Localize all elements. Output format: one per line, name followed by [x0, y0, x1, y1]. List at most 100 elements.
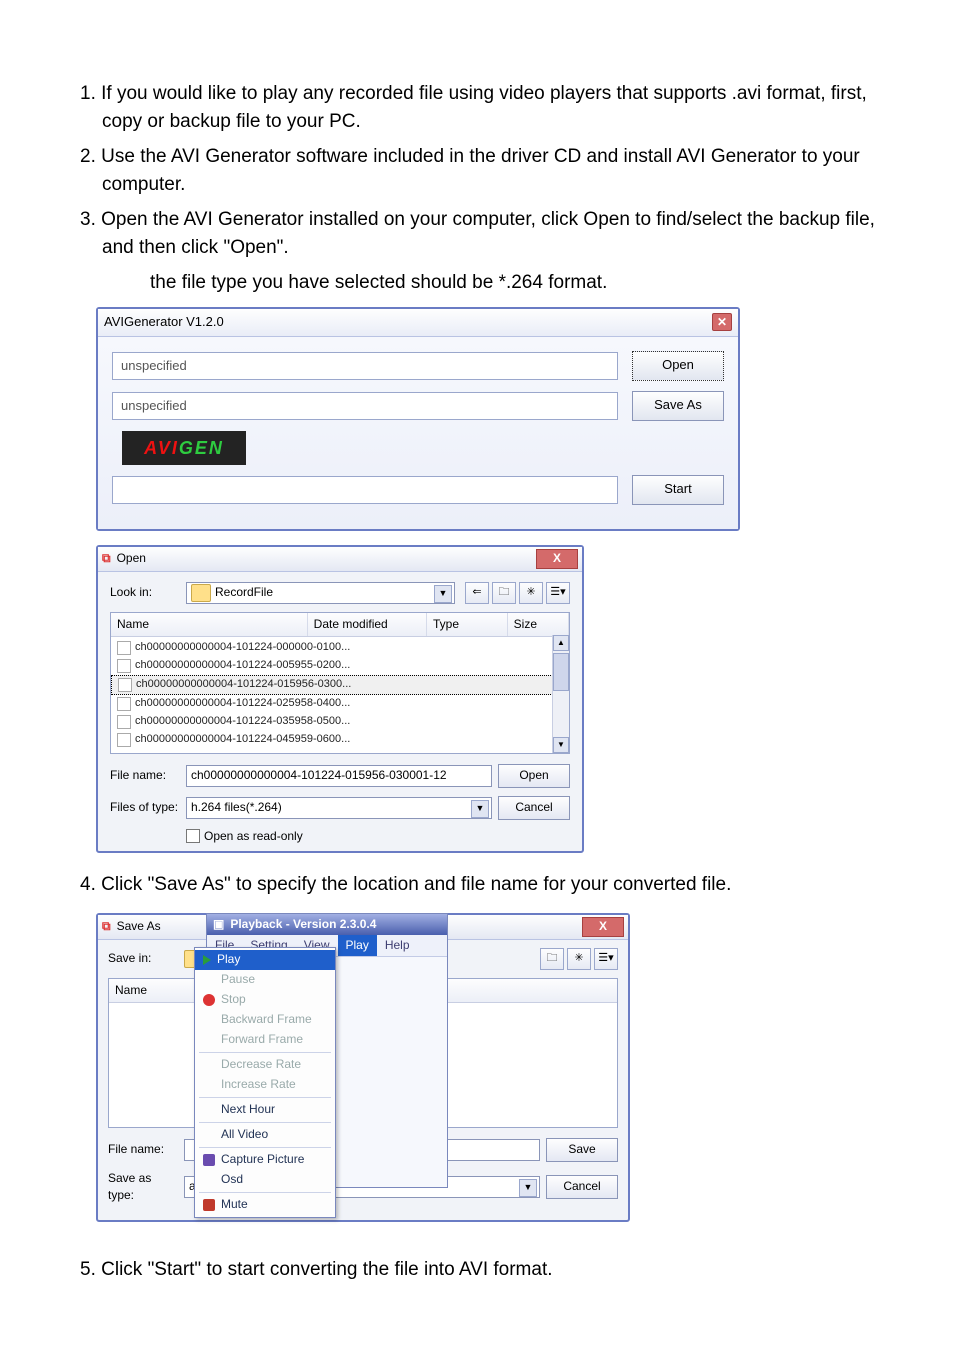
chevron-down-icon[interactable]: ▼: [471, 800, 489, 818]
blank-icon: [203, 1034, 215, 1046]
list-item-label: ch00000000000004-101224-005955-0200...: [135, 658, 350, 674]
new-folder-icon[interactable]: ✳: [567, 948, 591, 970]
file-type-label: Files of type:: [110, 799, 180, 816]
back-icon[interactable]: ⇐: [465, 582, 489, 604]
readonly-checkbox[interactable]: [186, 829, 200, 843]
file-name-input[interactable]: ch00000000000004-101224-015956-030001-12: [186, 765, 492, 787]
chevron-down-icon[interactable]: ▼: [519, 1179, 537, 1197]
menu-item-label: All Video: [221, 1126, 268, 1143]
look-in-combo[interactable]: RecordFile ▼: [186, 582, 455, 604]
instruction-2: 2. Use the AVI Generator software includ…: [60, 143, 894, 198]
file-list-column-headers: Name Date modified Type Size: [111, 613, 569, 637]
file-name-label: File name:: [110, 767, 180, 784]
scrollbar-thumb[interactable]: [553, 653, 569, 691]
menu-separator: [199, 1052, 331, 1053]
save-button[interactable]: Save: [546, 1138, 618, 1162]
cancel-button[interactable]: Cancel: [546, 1175, 618, 1199]
menu-separator: [199, 1192, 331, 1193]
scroll-down-icon[interactable]: ▼: [553, 737, 569, 753]
blank-icon: [203, 1059, 215, 1071]
open-button-label: Open: [519, 767, 548, 784]
close-icon[interactable]: X: [582, 917, 624, 937]
menu-item-mute[interactable]: Mute: [195, 1195, 335, 1215]
playback-titlebar: ▣ Playback - Version 2.3.0.4: [207, 914, 447, 935]
playback-app-icon: ▣: [213, 916, 224, 933]
play-menu-dropdown[interactable]: Play Pause StopBackward Frame Forward Frame…: [194, 947, 336, 1218]
menu-item-label: Decrease Rate: [221, 1056, 301, 1073]
look-in-label: Look in:: [110, 584, 180, 601]
menu-item-label: Forward Frame: [221, 1031, 303, 1048]
blank-icon: [203, 1014, 215, 1026]
menu-separator: [199, 1147, 331, 1148]
chevron-down-icon[interactable]: ▼: [434, 585, 452, 603]
col-name[interactable]: Name: [111, 613, 308, 636]
logo-avi-text: AVI: [144, 435, 179, 461]
blank-icon: [203, 1174, 215, 1186]
col-type[interactable]: Type: [427, 613, 508, 636]
blank-icon: [203, 1104, 215, 1116]
saveas-app-icon: ⧉: [102, 918, 111, 935]
list-item[interactable]: ch00000000000004-101224-035958-0500...: [111, 713, 569, 731]
scroll-up-icon[interactable]: ▲: [553, 635, 569, 651]
menubar-item-play[interactable]: Play: [338, 935, 377, 956]
blank-icon: [203, 1129, 215, 1141]
cancel-button[interactable]: Cancel: [498, 796, 570, 820]
menu-item-next-hour[interactable]: Next Hour: [195, 1100, 335, 1120]
start-button-label: Start: [664, 480, 691, 499]
spk-icon: [203, 1199, 215, 1211]
menu-item-stop: Stop: [195, 990, 335, 1010]
document-icon: [117, 641, 131, 655]
file-type-value: h.264 files(*.264): [191, 799, 282, 816]
menu-item-backward-frame: Backward Frame: [195, 1010, 335, 1030]
up-folder-icon[interactable]: 🗀: [492, 582, 516, 604]
open-button[interactable]: Open: [498, 764, 570, 788]
close-icon[interactable]: X: [536, 549, 578, 569]
red-icon: [203, 994, 215, 1006]
menu-item-forward-frame: Forward Frame: [195, 1030, 335, 1050]
scrollbar-vertical[interactable]: ▲ ▼: [552, 635, 569, 753]
menu-item-osd[interactable]: Osd: [195, 1170, 335, 1190]
save-as-button[interactable]: Save As: [632, 391, 724, 421]
file-type-combo[interactable]: h.264 files(*.264) ▼: [186, 797, 492, 819]
open-dialog-titlebar: ⧉ Open X: [98, 547, 582, 572]
up-folder-icon[interactable]: 🗀: [540, 948, 564, 970]
file-list[interactable]: Name Date modified Type Size ch000000000…: [110, 612, 570, 754]
saveas-title: Save As: [117, 918, 161, 935]
menu-item-label: Backward Frame: [221, 1011, 312, 1028]
col-date-modified[interactable]: Date modified: [308, 613, 427, 636]
instruction-3: 3. Open the AVI Generator installed on y…: [60, 206, 894, 261]
menu-item-label: Pause: [221, 971, 255, 988]
view-menu-icon[interactable]: ☰▾: [546, 582, 570, 604]
blank-icon: [203, 1079, 215, 1091]
menu-item-pause: Pause: [195, 970, 335, 990]
target-path-field[interactable]: unspecified: [112, 392, 618, 420]
menubar-item-help[interactable]: Help: [377, 935, 418, 956]
list-item[interactable]: ch00000000000004-101224-045959-0600...: [111, 731, 569, 749]
menu-item-increase-rate: Increase Rate: [195, 1075, 335, 1095]
start-button[interactable]: Start: [632, 475, 724, 505]
view-menu-icon[interactable]: ☰▾: [594, 948, 618, 970]
source-path-field[interactable]: unspecified: [112, 352, 618, 380]
menu-item-decrease-rate: Decrease Rate: [195, 1055, 335, 1075]
col-size[interactable]: Size: [508, 613, 569, 636]
save-as-button-label: Save As: [654, 396, 702, 415]
menu-item-play[interactable]: Play: [195, 950, 335, 970]
menu-item-label: Play: [217, 951, 240, 968]
close-icon[interactable]: ✕: [712, 313, 732, 331]
cancel-button-label: Cancel: [563, 1178, 600, 1195]
list-item[interactable]: ch00000000000004-101224-000000-0100...: [111, 639, 569, 657]
document-icon: [118, 678, 132, 692]
list-item[interactable]: ch00000000000004-101224-025958-0400...: [111, 695, 569, 713]
list-item[interactable]: ch00000000000004-101224-005955-0200...: [111, 657, 569, 675]
new-folder-icon[interactable]: ✳: [519, 582, 543, 604]
list-item-label: ch00000000000004-101224-025958-0400...: [135, 696, 350, 712]
menu-item-label: Increase Rate: [221, 1076, 296, 1093]
instruction-4: 4. Click "Save As" to specify the locati…: [80, 871, 894, 899]
open-button[interactable]: Open: [632, 351, 724, 381]
menu-separator: [199, 1097, 331, 1098]
list-item[interactable]: ch00000000000004-101224-015956-0300...: [111, 675, 569, 695]
menu-item-capture-picture[interactable]: Capture Picture: [195, 1150, 335, 1170]
avi-gen-logo: AVI GEN: [122, 431, 246, 465]
menu-item-all-video[interactable]: All Video: [195, 1125, 335, 1145]
save-button-label: Save: [568, 1141, 595, 1158]
